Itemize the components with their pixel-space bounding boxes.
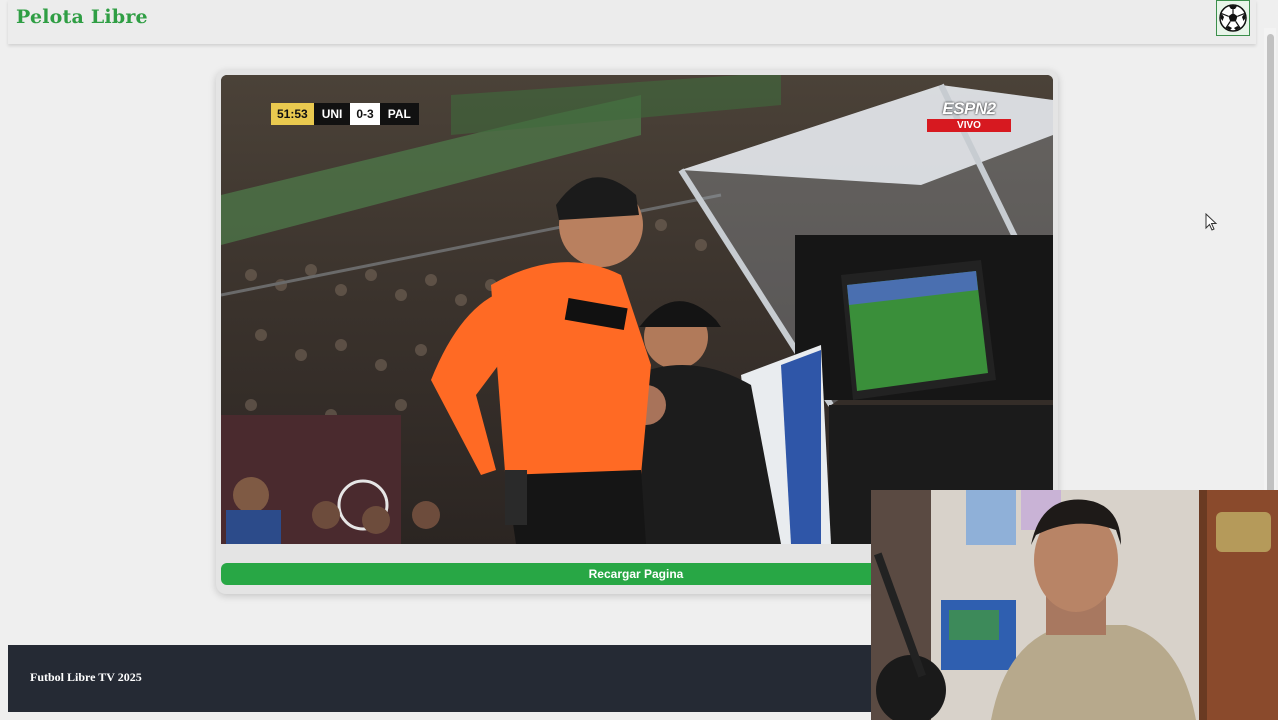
scrollbar-thumb[interactable] (1267, 34, 1274, 534)
webcam-frame (871, 490, 1278, 720)
video-player[interactable]: 51:53 UNI 0-3 PAL ESPN2 VIVO (221, 75, 1053, 544)
match-scoreboard: 51:53 UNI 0-3 PAL (271, 103, 419, 125)
live-badge: VIVO (927, 119, 1011, 132)
broadcaster-name: ESPN2 (942, 99, 996, 118)
home-team: UNI (313, 103, 351, 125)
site-logo-title[interactable]: Pelota Libre (16, 6, 148, 28)
match-clock: 51:53 (271, 103, 314, 125)
streamer-webcam-overlay (871, 490, 1278, 720)
site-header: Pelota Libre (8, 0, 1256, 44)
menu-toggle-button[interactable] (1216, 0, 1250, 36)
broadcaster-logo: ESPN2 VIVO (927, 99, 1011, 132)
video-frame (221, 75, 1053, 544)
footer-copyright: Futbol Libre TV 2025 (30, 670, 142, 684)
away-team: PAL (379, 103, 419, 125)
match-score: 0-3 (350, 103, 380, 125)
soccer-ball-icon (1219, 4, 1247, 32)
mouse-cursor-icon (1205, 213, 1218, 231)
